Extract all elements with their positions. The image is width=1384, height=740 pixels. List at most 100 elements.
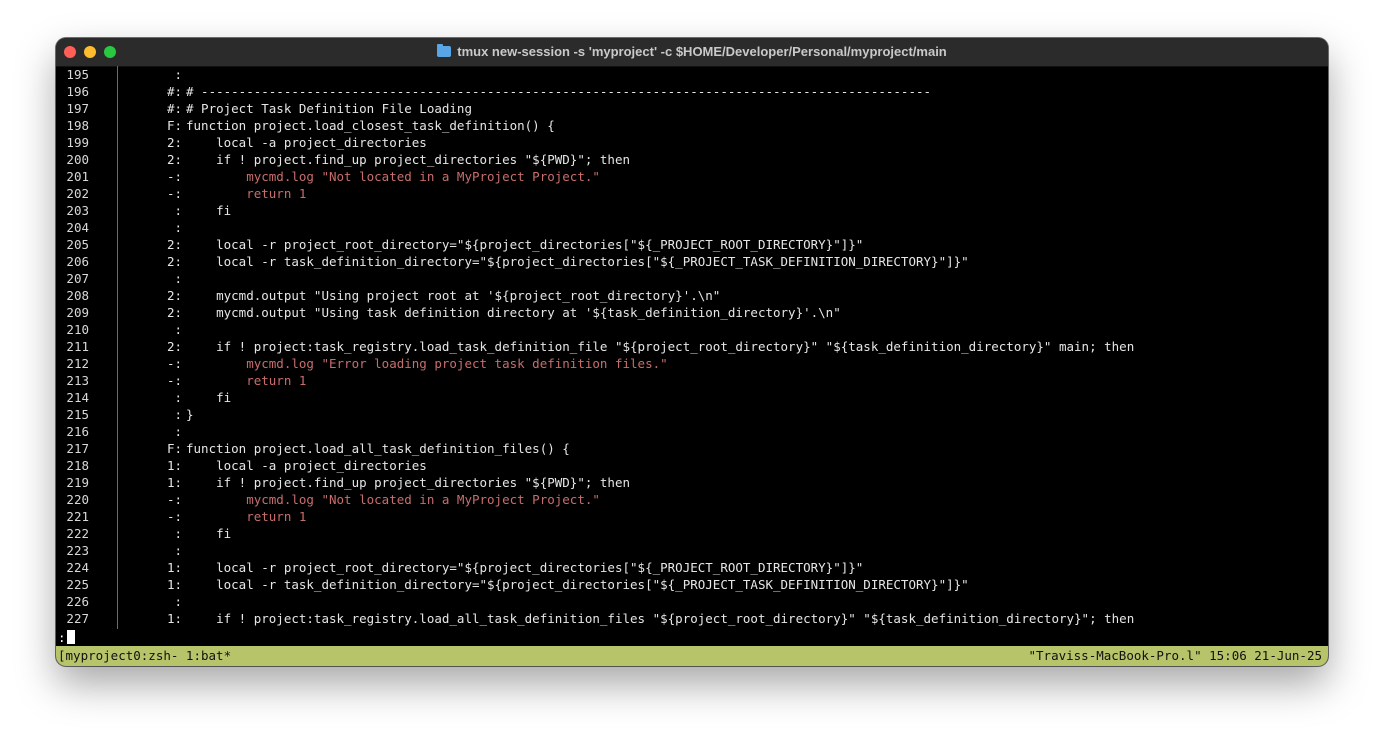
- line-code: if ! project.find_up project_directories…: [186, 152, 631, 167]
- line-number: 198: [66, 118, 89, 133]
- line-marker: :: [174, 203, 182, 218]
- line-marker: -:: [166, 509, 182, 524]
- code-line: 209 2: mycmd.output "Using task definitio…: [56, 304, 1328, 321]
- line-number: 203: [66, 203, 89, 218]
- line-number: 207: [66, 271, 89, 286]
- code-line: 204:: [56, 219, 1328, 236]
- line-code: local -r task_definition_directory="${pr…: [186, 577, 969, 592]
- line-code: # --------------------------------------…: [186, 84, 932, 99]
- code-line: 212 -: mycmd.log "Error loading project t…: [56, 355, 1328, 372]
- window-title-container: tmux new-session -s 'myproject' -c $HOME…: [56, 38, 1328, 66]
- terminal-window: tmux new-session -s 'myproject' -c $HOME…: [56, 38, 1328, 666]
- line-marker: -:: [166, 356, 182, 371]
- code-line: 206 2: local -r task_definition_directory…: [56, 253, 1328, 270]
- line-code: fi: [186, 390, 232, 405]
- line-number: 205: [66, 237, 89, 252]
- code-line: 222: fi: [56, 525, 1328, 542]
- line-code: if ! project.find_up project_directories…: [186, 475, 631, 490]
- line-code: mycmd.output "Using project root at '${p…: [186, 288, 721, 303]
- window-title: tmux new-session -s 'myproject' -c $HOME…: [457, 44, 947, 59]
- code-line: 218 1: local -a project_directories: [56, 457, 1328, 474]
- line-number: 221: [66, 509, 89, 524]
- pager-prompt[interactable]: :: [58, 629, 75, 646]
- line-code: mycmd.log "Not located in a MyProject Pr…: [186, 169, 600, 184]
- line-code: local -r project_root_directory="${proje…: [186, 237, 864, 252]
- code-line: 208 2: mycmd.output "Using project root a…: [56, 287, 1328, 304]
- line-number: 219: [66, 475, 89, 490]
- line-code: mycmd.log "Not located in a MyProject Pr…: [186, 492, 600, 507]
- line-marker: 2:: [166, 237, 182, 252]
- line-marker: :: [174, 322, 182, 337]
- line-number: 199: [66, 135, 89, 150]
- line-marker: -:: [166, 169, 182, 184]
- code-line: 216:: [56, 423, 1328, 440]
- line-number: 222: [66, 526, 89, 541]
- line-code: return 1: [186, 186, 307, 201]
- code-line: 213 -: return 1: [56, 372, 1328, 389]
- line-marker: #:: [166, 84, 182, 99]
- line-marker: 1:: [166, 611, 182, 626]
- line-number: 211: [66, 339, 89, 354]
- line-code: return 1: [186, 509, 307, 524]
- code-line: 211 2: if ! project:task_registry.load_ta…: [56, 338, 1328, 355]
- line-marker: 2:: [166, 339, 182, 354]
- line-number: 223: [66, 543, 89, 558]
- code-line: 219 1: if ! project.find_up project_direc…: [56, 474, 1328, 491]
- line-number: 227: [66, 611, 89, 626]
- line-code: local -r task_definition_directory="${pr…: [186, 254, 969, 269]
- line-number: 213: [66, 373, 89, 388]
- line-number: 201: [66, 169, 89, 184]
- code-line: 210:: [56, 321, 1328, 338]
- status-right: "Traviss-MacBook-Pro.l" 15:06 21-Jun-25: [1028, 648, 1323, 663]
- code-line: 214: fi: [56, 389, 1328, 406]
- code-line: 215:}: [56, 406, 1328, 423]
- code-line: 217 F: function project.load_all_task_defi…: [56, 440, 1328, 457]
- line-marker: :: [174, 543, 182, 558]
- line-number: 212: [66, 356, 89, 371]
- code-line: 201 -: mycmd.log "Not located in a MyProj…: [56, 168, 1328, 185]
- code-line: 200 2: if ! project.find_up project_direc…: [56, 151, 1328, 168]
- line-marker: :: [174, 271, 182, 286]
- line-number: 215: [66, 407, 89, 422]
- line-code: if ! project:task_registry.load_task_def…: [186, 339, 1135, 354]
- line-code: mycmd.output "Using task definition dire…: [186, 305, 841, 320]
- folder-icon: [437, 44, 452, 57]
- line-marker: #:: [166, 101, 182, 116]
- line-number: 195: [66, 67, 89, 82]
- line-marker: :: [174, 407, 182, 422]
- line-number: 208: [66, 288, 89, 303]
- code-line: 205 2: local -r project_root_directory="$…: [56, 236, 1328, 253]
- code-line: 221 -: return 1: [56, 508, 1328, 525]
- status-left[interactable]: [myproject0:zsh- 1:bat*: [58, 646, 231, 666]
- line-number: 210: [66, 322, 89, 337]
- line-number: 224: [66, 560, 89, 575]
- line-number: 225: [66, 577, 89, 592]
- line-marker: 2:: [166, 288, 182, 303]
- line-code: local -r project_root_directory="${proje…: [186, 560, 864, 575]
- line-number: 226: [66, 594, 89, 609]
- line-number: 216: [66, 424, 89, 439]
- text-cursor: [66, 630, 75, 644]
- code-line: 224 1: local -r project_root_directory="$…: [56, 559, 1328, 576]
- line-code: mycmd.log "Error loading project task de…: [186, 356, 668, 371]
- line-code: if ! project:task_registry.load_all_task…: [186, 611, 1135, 626]
- line-number: 218: [66, 458, 89, 473]
- title-bar[interactable]: tmux new-session -s 'myproject' -c $HOME…: [56, 38, 1328, 67]
- line-marker: :: [174, 424, 182, 439]
- line-marker: 2:: [166, 152, 182, 167]
- code-line: 196 #: # ---------------------------------…: [56, 83, 1328, 100]
- code-line: 199 2: local -a project_directories: [56, 134, 1328, 151]
- line-marker: 2:: [166, 305, 182, 320]
- line-number: 197: [66, 101, 89, 116]
- code-line: 198 F: function project.load_closest_task_…: [56, 117, 1328, 134]
- line-marker: 1:: [166, 560, 182, 575]
- line-code: fi: [186, 203, 232, 218]
- line-marker: F:: [166, 118, 182, 133]
- terminal-content[interactable]: 195: 196 #: # -----------------------------…: [56, 66, 1328, 646]
- line-marker: 1:: [166, 458, 182, 473]
- tmux-status-bar: [myproject0:zsh- 1:bat* "Traviss-MacBook…: [56, 646, 1328, 666]
- line-marker: 2:: [166, 135, 182, 150]
- code-line: 207:: [56, 270, 1328, 287]
- code-line: 220 -: mycmd.log "Not located in a MyProj…: [56, 491, 1328, 508]
- line-code: # Project Task Definition File Loading: [186, 101, 472, 116]
